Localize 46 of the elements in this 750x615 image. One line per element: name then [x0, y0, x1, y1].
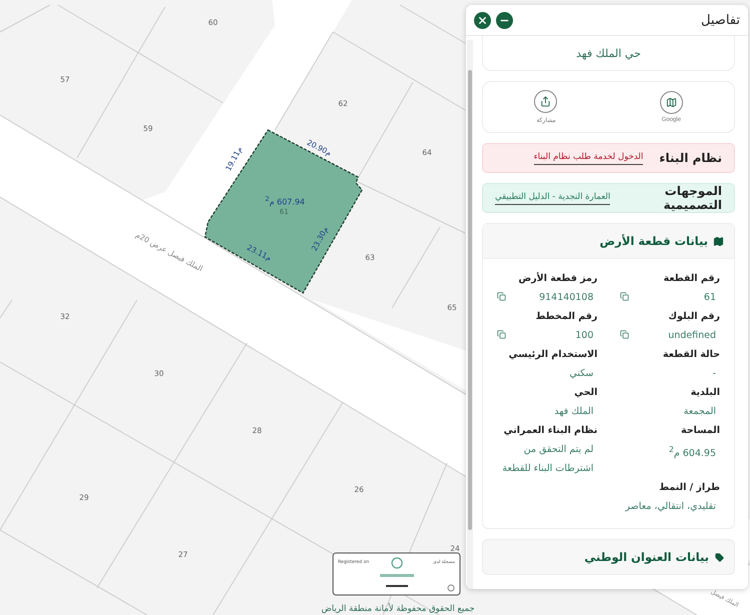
share-icon — [534, 90, 558, 113]
field-label: المساحة — [680, 424, 720, 438]
design-guidelines-label: الموجهات التصميمية — [662, 184, 722, 212]
field-value: سكني — [570, 367, 594, 381]
field-label: الاستخدام الرئيسي — [508, 348, 598, 362]
field-label: رقم القطعة — [662, 272, 720, 286]
field-label: حالة القطعة — [662, 348, 720, 362]
copy-button[interactable] — [497, 330, 506, 339]
field-label: رمز قطعة الأرض — [517, 271, 598, 286]
field-value: المجمعة — [684, 405, 717, 419]
selected-plot[interactable] — [204, 129, 363, 294]
close-button[interactable] — [474, 12, 491, 28]
map-icon — [660, 91, 683, 114]
land-data-header[interactable]: بيانات قطعة الأرض — [483, 224, 734, 259]
field-value: لم يتم التحقق من اشترطات البناء للقطعة — [501, 443, 594, 476]
field-value: 914140108 — [539, 291, 594, 305]
field-value: - — [712, 367, 717, 381]
panel-title: تفاصيل — [701, 12, 740, 28]
minimize-button[interactable] — [496, 12, 513, 28]
copy-button[interactable] — [620, 292, 628, 301]
field-value: 61 — [704, 291, 717, 305]
field-label: رقم المخطط — [534, 310, 598, 324]
close-icon — [477, 14, 488, 26]
field-value: undefined — [668, 329, 717, 343]
design-guidelines-link[interactable]: العمارة النجدية - الدليل التطبيقي — [495, 192, 610, 204]
field-value: تقليدي، انتقالي، معاصر — [625, 500, 717, 514]
field-label: طراز / النمط — [658, 481, 720, 495]
copy-button[interactable] — [620, 330, 628, 339]
field-label: رقم البلوك — [667, 310, 720, 324]
field-value: 100 — [575, 329, 594, 343]
parcel-boundary — [0, 4, 50, 32]
address-section-header[interactable]: بيانات العنوان الوطني — [482, 539, 735, 575]
scrollbar[interactable] — [467, 40, 473, 589]
building-system-link[interactable]: الدخول لخدمة طلب نظام البناء — [534, 152, 644, 164]
field-label: الحي — [573, 386, 598, 400]
copyright-text: جميع الحقوق محفوظة لأمانة منطقة الرياض — [321, 604, 475, 614]
field-value: الملك فهد — [554, 405, 594, 419]
building-system-label: نظام البناء — [659, 151, 722, 165]
section-title: بيانات قطعة الأرض — [600, 234, 708, 248]
field-label: نظام البناء العمراني — [502, 424, 598, 438]
map-icon — [713, 236, 724, 246]
section-title: بيانات العنوان الوطني — [584, 550, 709, 564]
neighborhood-value: حي الملك فهد — [576, 46, 641, 60]
field-label: البلدية — [690, 386, 720, 400]
copy-button[interactable] — [497, 292, 506, 301]
tag-icon — [715, 552, 724, 562]
